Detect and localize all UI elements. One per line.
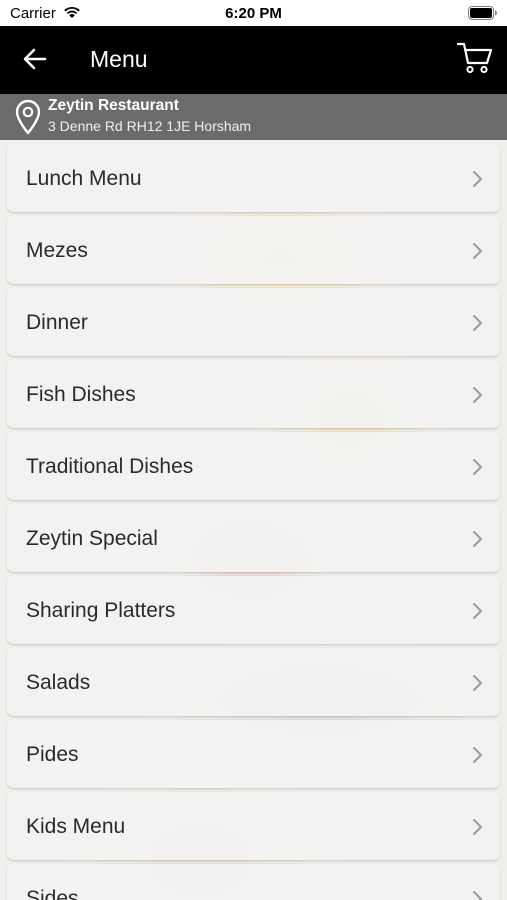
menu-item-label: Lunch Menu — [26, 167, 142, 190]
menu-item-dinner[interactable]: Dinner — [7, 288, 500, 356]
menu-item-label: Salads — [26, 671, 91, 694]
menu-item-pides[interactable]: Pides — [7, 720, 500, 788]
shopping-cart-icon[interactable] — [457, 41, 493, 75]
menu-item-label: Kids Menu — [26, 815, 126, 838]
menu-item-mezes[interactable]: Mezes — [7, 216, 500, 284]
arrow-left-icon[interactable] — [22, 46, 48, 72]
chevron-right-icon — [473, 531, 482, 547]
menu-item-salads[interactable]: Salads — [7, 648, 500, 716]
location-pin-icon — [15, 99, 41, 135]
menu-item-kids-menu[interactable]: Kids Menu — [7, 792, 500, 860]
restaurant-location-bar: Zeytin Restaurant 3 Denne Rd RH12 1JE Ho… — [0, 94, 507, 140]
menu-item-fish-dishes[interactable]: Fish Dishes — [7, 360, 500, 428]
page-title: Menu — [90, 46, 148, 72]
menu-item-label: Sharing Platters — [26, 599, 176, 622]
chevron-right-icon — [473, 171, 482, 187]
status-time: 6:20 PM — [225, 5, 282, 22]
menu-item-lunch-menu[interactable]: Lunch Menu — [7, 144, 500, 212]
chevron-right-icon — [473, 243, 482, 259]
nav-bar: Menu — [0, 26, 507, 94]
menu-item-label: Fish Dishes — [26, 383, 136, 406]
restaurant-address: 3 Denne Rd RH12 1JE Horsham — [48, 118, 252, 134]
menu-item-sides[interactable]: Sides — [7, 864, 500, 900]
restaurant-name: Zeytin Restaurant — [48, 97, 179, 114]
menu-item-label: Pides — [26, 743, 79, 766]
chevron-right-icon — [473, 387, 482, 403]
menu-item-label: Zeytin Special — [26, 527, 158, 550]
menu-item-label: Mezes — [26, 239, 88, 262]
menu-item-zeytin-special[interactable]: Zeytin Special — [7, 504, 500, 572]
menu-item-label: Sides — [26, 887, 79, 900]
chevron-right-icon — [473, 315, 482, 331]
chevron-right-icon — [473, 891, 482, 900]
chevron-right-icon — [473, 675, 482, 691]
menu-item-label: Dinner — [26, 311, 88, 334]
chevron-right-icon — [473, 747, 482, 763]
status-bar: Carrier 6:20 PM — [0, 0, 507, 26]
chevron-right-icon — [473, 819, 482, 835]
chevron-right-icon — [473, 603, 482, 619]
menu-item-sharing-platters[interactable]: Sharing Platters — [7, 576, 500, 644]
menu-item-label: Traditional Dishes — [26, 455, 194, 478]
battery-icon — [468, 6, 497, 20]
chevron-right-icon — [473, 459, 482, 475]
menu-item-traditional-dishes[interactable]: Traditional Dishes — [7, 432, 500, 500]
